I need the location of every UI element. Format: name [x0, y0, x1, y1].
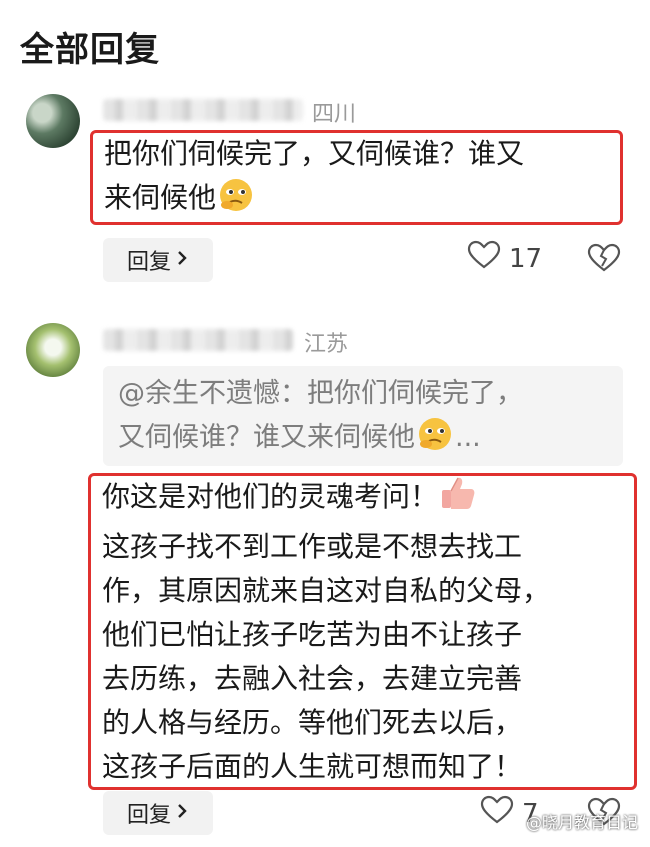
comment-line: 把你们伺候完了，又伺候谁？谁又	[104, 137, 525, 170]
username-blurred[interactable]	[103, 329, 293, 351]
avatar[interactable]	[26, 323, 80, 377]
comment-text: 你这是对他们的灵魂考问！ 这孩子找不到工作或是不想去找工 作，其原因就来自这对自…	[102, 474, 627, 789]
reply-label: 回复	[126, 250, 171, 275]
quoted-text: @余生不遗憾：把你们伺候完了， 又伺候谁？谁又来伺候他 ...	[118, 372, 618, 466]
reply-button[interactable]: 回复	[103, 238, 213, 282]
comment-line-text: 你这是对他们的灵魂考问！	[102, 480, 439, 513]
comment-line: 这孩子找不到工作或是不想去找工	[102, 530, 523, 563]
thinking-face-emoji	[415, 416, 455, 466]
heart-outline-icon	[480, 795, 514, 832]
thumbs-up-emoji	[438, 474, 478, 525]
comment-line: 作，其原因就来自这对自私的父母，	[102, 574, 551, 607]
chevron-right-icon	[175, 801, 189, 826]
comment-text: 把你们伺候完了，又伺候谁？谁又 来伺候他	[104, 132, 614, 226]
dislike-button[interactable]	[587, 243, 621, 277]
avatar[interactable]	[26, 94, 80, 148]
reply-label: 回复	[126, 803, 171, 828]
region-label: 四川	[312, 102, 357, 127]
username-blurred[interactable]	[103, 99, 303, 121]
comment-line-with-emoji: 来伺候他	[104, 176, 614, 226]
comment-line: 他们已怕让孩子吃苦为由不让孩子	[102, 618, 523, 651]
thinking-face-emoji	[216, 177, 256, 226]
comment-line: 的人格与经历。等他们死去以后，	[102, 706, 523, 739]
comment-line-with-emoji: 你这是对他们的灵魂考问！	[102, 474, 627, 525]
quote-ellipsis: ...	[455, 422, 481, 453]
comment-line: 去历练，去融入社会，去建立完善	[102, 662, 523, 695]
watermark: @晓月教育日记	[525, 813, 638, 832]
quote-line-text: 又伺候谁？谁又来伺候他	[118, 422, 415, 453]
region-label: 江苏	[304, 332, 349, 357]
like-button[interactable]: 17	[467, 240, 542, 277]
broken-heart-icon	[587, 243, 621, 277]
quote-line: @余生不遗憾：把你们伺候完了，	[118, 378, 523, 409]
heart-outline-icon	[467, 240, 501, 277]
comment-line-text: 来伺候他	[104, 181, 217, 214]
comment-line: 这孩子后面的人生就可想而知了！	[102, 750, 523, 783]
page-title: 全部回复	[20, 30, 160, 70]
chevron-right-icon	[175, 248, 189, 273]
reply-button[interactable]: 回复	[103, 791, 213, 835]
quote-line-with-emoji: 又伺候谁？谁又来伺候他 ...	[118, 416, 618, 466]
like-count: 17	[509, 243, 543, 274]
